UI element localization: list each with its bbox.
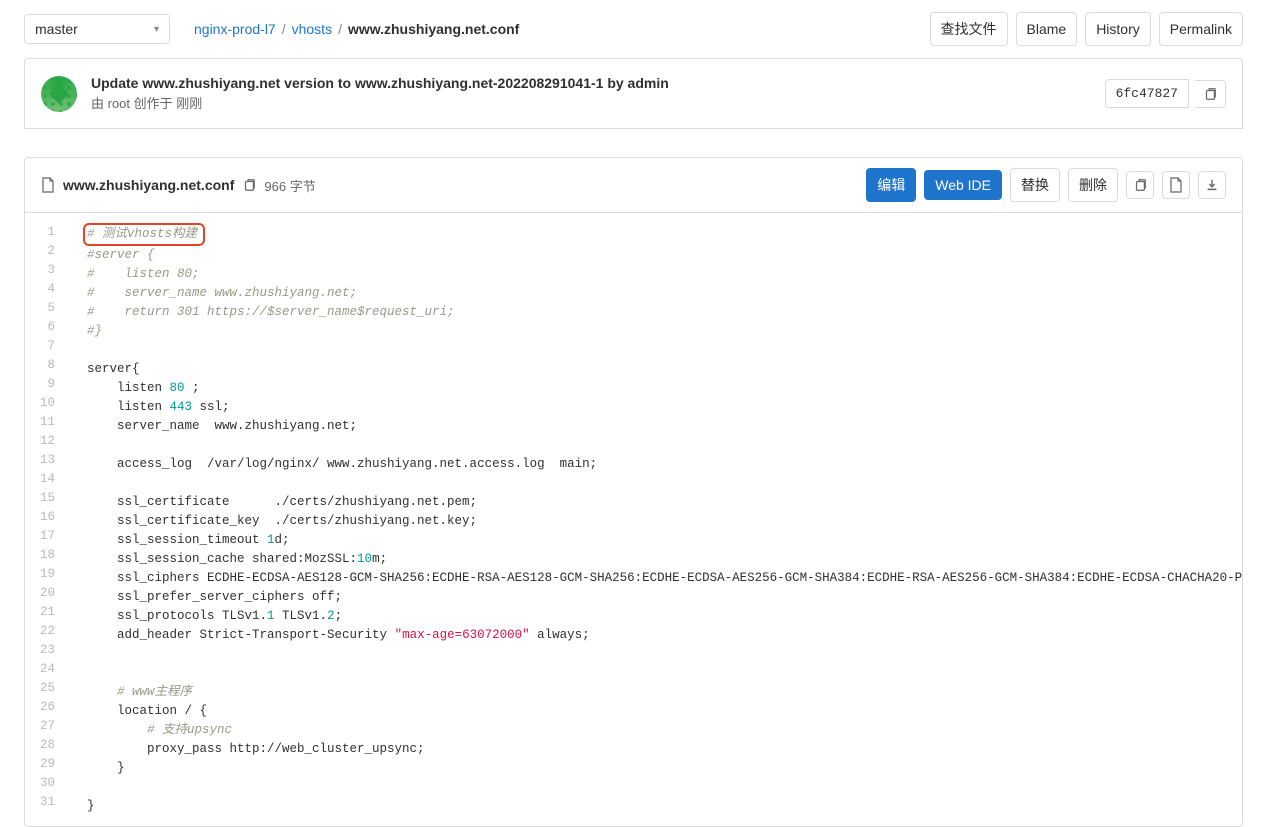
line-number[interactable]: 2 <box>25 242 65 261</box>
commit-meta: 由 root 创作于 刚刚 <box>91 93 1091 112</box>
code-line <box>75 474 1242 493</box>
line-number[interactable]: 16 <box>25 508 65 527</box>
line-number[interactable]: 18 <box>25 546 65 565</box>
file-icon <box>41 177 55 193</box>
code-line: location / { <box>75 702 1242 721</box>
line-number[interactable]: 11 <box>25 413 65 432</box>
line-number[interactable]: 8 <box>25 356 65 375</box>
copy-file-button[interactable] <box>1126 171 1154 199</box>
document-icon <box>1169 177 1183 193</box>
blame-button[interactable]: Blame <box>1016 12 1078 46</box>
line-number[interactable]: 10 <box>25 394 65 413</box>
code-line: ssl_session_timeout 1d; <box>75 531 1242 550</box>
breadcrumb-link-0[interactable]: nginx-prod-l7 <box>194 21 276 37</box>
line-number[interactable]: 21 <box>25 603 65 622</box>
edit-button[interactable]: 编辑 <box>866 168 916 202</box>
code-line: } <box>75 797 1242 816</box>
line-number[interactable]: 7 <box>25 337 65 356</box>
line-number[interactable]: 29 <box>25 755 65 774</box>
line-number[interactable]: 6 <box>25 318 65 337</box>
code-line: # return 301 https://$server_name$reques… <box>75 303 1242 322</box>
line-number[interactable]: 19 <box>25 565 65 584</box>
code-line <box>75 645 1242 664</box>
history-button[interactable]: History <box>1085 12 1151 46</box>
breadcrumb-sep: / <box>282 21 286 37</box>
commit-title: Update www.zhushiyang.net version to www… <box>91 75 1091 91</box>
delete-button[interactable]: 删除 <box>1068 168 1118 202</box>
code-line: # listen 80; <box>75 265 1242 284</box>
code-line: ssl_prefer_server_ciphers off; <box>75 588 1242 607</box>
line-number[interactable]: 12 <box>25 432 65 451</box>
code-line: ssl_protocols TLSv1.1 TLSv1.2; <box>75 607 1242 626</box>
clipboard-icon <box>1203 87 1217 101</box>
branch-name: master <box>35 21 78 37</box>
code-line: server_name www.zhushiyang.net; <box>75 417 1242 436</box>
find-file-button[interactable]: 查找文件 <box>930 12 1008 46</box>
replace-button[interactable]: 替换 <box>1010 168 1060 202</box>
code-line: ssl_session_cache shared:MozSSL:10m; <box>75 550 1242 569</box>
breadcrumb-sep: / <box>338 21 342 37</box>
clipboard-icon <box>1133 178 1147 192</box>
code-line <box>75 664 1242 683</box>
commit-sha: 6fc47827 <box>1105 79 1189 108</box>
line-number[interactable]: 4 <box>25 280 65 299</box>
line-number[interactable]: 24 <box>25 660 65 679</box>
permalink-button[interactable]: Permalink <box>1159 12 1243 46</box>
line-number[interactable]: 26 <box>25 698 65 717</box>
line-number[interactable]: 9 <box>25 375 65 394</box>
webide-button[interactable]: Web IDE <box>924 170 1002 200</box>
commit-panel: Update www.zhushiyang.net version to www… <box>24 58 1243 129</box>
branch-selector[interactable]: master ▾ <box>24 14 170 44</box>
code-line <box>75 778 1242 797</box>
raw-button[interactable] <box>1162 171 1190 199</box>
code-line <box>75 436 1242 455</box>
line-number[interactable]: 1 <box>25 223 65 242</box>
code-line: ssl_certificate ./certs/zhushiyang.net.p… <box>75 493 1242 512</box>
line-number[interactable]: 17 <box>25 527 65 546</box>
code-line: access_log /var/log/nginx/ www.zhushiyan… <box>75 455 1242 474</box>
line-number[interactable]: 15 <box>25 489 65 508</box>
download-icon <box>1205 178 1219 192</box>
breadcrumb-current: www.zhushiyang.net.conf <box>348 21 519 37</box>
line-number[interactable]: 3 <box>25 261 65 280</box>
code-line: server{ <box>75 360 1242 379</box>
breadcrumb: nginx-prod-l7 / vhosts / www.zhushiyang.… <box>194 21 922 37</box>
code-line: # 支持upsync <box>75 721 1242 740</box>
file-header: www.zhushiyang.net.conf 966 字节 编辑 Web ID… <box>25 158 1242 213</box>
code-line: proxy_pass http://web_cluster_upsync; <box>75 740 1242 759</box>
file-size: 966 字节 <box>264 176 315 195</box>
line-number[interactable]: 22 <box>25 622 65 641</box>
code-viewer: 1234567891011121314151617181920212223242… <box>25 213 1242 826</box>
line-number[interactable]: 14 <box>25 470 65 489</box>
line-number[interactable]: 20 <box>25 584 65 603</box>
line-number[interactable]: 31 <box>25 793 65 812</box>
line-number[interactable]: 30 <box>25 774 65 793</box>
code-line: # www主程序 <box>75 683 1242 702</box>
code-line <box>75 341 1242 360</box>
code-line: ssl_certificate_key ./certs/zhushiyang.n… <box>75 512 1242 531</box>
code-line: listen 80 ; <box>75 379 1242 398</box>
code-line: } <box>75 759 1242 778</box>
code-line: add_header Strict-Transport-Security "ma… <box>75 626 1242 645</box>
line-number[interactable]: 28 <box>25 736 65 755</box>
chevron-down-icon: ▾ <box>154 24 159 35</box>
line-number[interactable]: 27 <box>25 717 65 736</box>
file-name: www.zhushiyang.net.conf <box>63 177 234 193</box>
copy-path-icon[interactable] <box>242 178 256 192</box>
line-number[interactable]: 23 <box>25 641 65 660</box>
code-line: # server_name www.zhushiyang.net; <box>75 284 1242 303</box>
download-button[interactable] <box>1198 171 1226 199</box>
line-number[interactable]: 5 <box>25 299 65 318</box>
line-number[interactable]: 25 <box>25 679 65 698</box>
copy-sha-button[interactable] <box>1195 80 1226 108</box>
breadcrumb-link-1[interactable]: vhosts <box>292 21 332 37</box>
code-line: listen 443 ssl; <box>75 398 1242 417</box>
code-line: #} <box>75 322 1242 341</box>
code-line: ssl_ciphers ECDHE-ECDSA-AES128-GCM-SHA25… <box>75 569 1242 588</box>
code-line: #server { <box>75 246 1242 265</box>
avatar <box>41 76 77 112</box>
line-number[interactable]: 13 <box>25 451 65 470</box>
code-line: # 测试vhosts构建 <box>75 223 1242 246</box>
